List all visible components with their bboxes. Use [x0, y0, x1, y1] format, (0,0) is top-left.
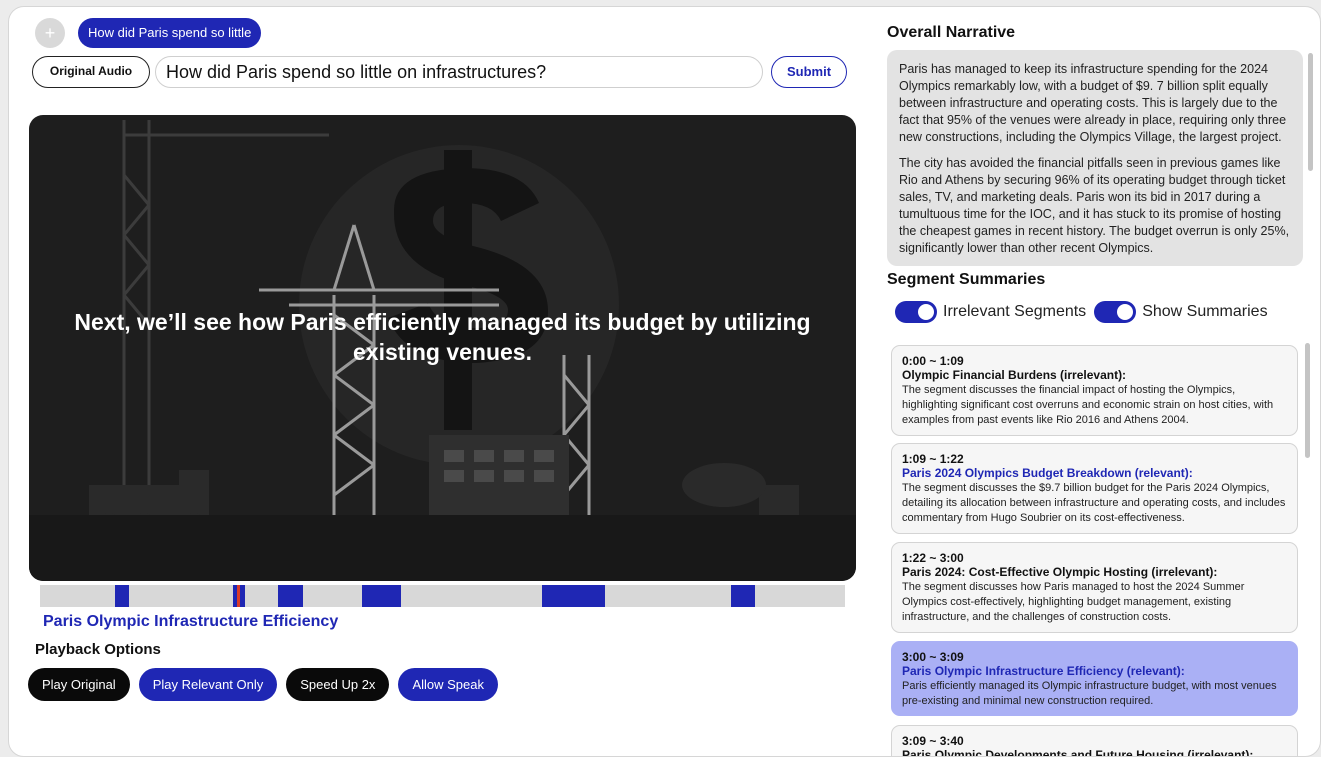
segment-description: The segment discusses the $9.7 billion b… [902, 482, 1286, 524]
timeline-relevant-segment[interactable] [362, 585, 402, 607]
add-query-button[interactable]: + [35, 18, 65, 48]
segment-card-active[interactable]: 3:00 ~ 3:09 Paris Olympic Infrastructure… [891, 641, 1298, 716]
segment-card[interactable]: 1:22 ~ 3:00 Paris 2024: Cost-Effective O… [891, 542, 1298, 633]
show-summaries-toggle[interactable] [1094, 301, 1137, 323]
segment-description: The segment discusses the financial impa… [902, 384, 1274, 426]
segment-time: 3:00 ~ 3:09 [902, 650, 964, 664]
toggle-knob [918, 304, 934, 320]
segment-time: 3:09 ~ 3:40 [902, 734, 964, 748]
timeline-relevant-segment[interactable] [541, 585, 606, 607]
show-summaries-label: Show Summaries [1142, 303, 1268, 320]
segment-card-title: Paris 2024: Cost-Effective Olympic Hosti… [902, 565, 1218, 579]
segment-list-scrollbar[interactable] [1305, 343, 1310, 458]
query-input[interactable] [155, 56, 763, 88]
play-relevant-only-button[interactable]: Play Relevant Only [138, 668, 278, 701]
timeline-relevant-segment[interactable] [114, 585, 129, 607]
segment-time: 1:09 ~ 1:22 [902, 452, 964, 466]
play-original-button[interactable]: Play Original [28, 668, 130, 701]
segment-card-title: Paris Olympic Developments and Future Ho… [902, 748, 1254, 757]
segment-card-title: Olympic Financial Burdens (irrelevant): [902, 368, 1127, 382]
playback-options-heading: Playback Options [35, 641, 161, 658]
segment-card[interactable]: 1:09 ~ 1:22 Paris 2024 Olympics Budget B… [891, 443, 1298, 534]
segment-description: Paris efficiently managed its Olympic in… [902, 680, 1277, 707]
submit-button[interactable]: Submit [771, 56, 847, 88]
timeline-relevant-segment[interactable] [731, 585, 755, 607]
segment-time: 0:00 ~ 1:09 [902, 354, 964, 368]
playback-options: Play Original Play Relevant Only Speed U… [28, 668, 498, 701]
plus-icon: + [44, 23, 56, 43]
segment-time: 1:22 ~ 3:00 [902, 551, 964, 565]
query-history-chip[interactable]: How did Paris spend so little [78, 18, 262, 48]
overall-narrative-heading: Overall Narrative [887, 24, 1016, 41]
segment-summaries-heading: Segment Summaries [887, 271, 1046, 288]
original-audio-button[interactable]: Original Audio [32, 56, 150, 88]
video-caption: Next, we’ll see how Paris efficiently ma… [74, 309, 811, 365]
allow-speak-button[interactable]: Allow Speak [398, 668, 498, 701]
segment-list: 0:00 ~ 1:09 Olympic Financial Burdens (i… [891, 345, 1298, 757]
overall-narrative-panel[interactable]: Paris has managed to keep its infrastruc… [887, 50, 1303, 266]
toggle-knob [1117, 304, 1134, 320]
relevance-timeline[interactable] [40, 585, 845, 607]
segment-card-title: Paris 2024 Olympics Budget Breakdown (re… [902, 466, 1193, 480]
app-window: + How did Paris spend so little Original… [8, 6, 1321, 757]
irrelevant-segments-label: Irrelevant Segments [943, 303, 1087, 320]
segment-card[interactable]: 0:00 ~ 1:09 Olympic Financial Burdens (i… [891, 345, 1298, 436]
segment-toggles: Irrelevant Segments Show Summaries [895, 301, 1276, 323]
video-player[interactable]: Next, we’ll see how Paris efficiently ma… [29, 115, 856, 581]
timeline-relevant-segment[interactable] [278, 585, 304, 607]
segment-card-title: Paris Olympic Infrastructure Efficiency … [902, 664, 1185, 678]
segment-card[interactable]: 3:09 ~ 3:40 Paris Olympic Developments a… [891, 725, 1298, 757]
speed-up-button[interactable]: Speed Up 2x [286, 668, 390, 701]
narrative-scrollbar[interactable] [1308, 53, 1313, 171]
timeline-playhead[interactable] [237, 585, 241, 607]
current-segment-title: Paris Olympic Infrastructure Efficiency [43, 613, 339, 630]
narrative-paragraph: The city has avoided the financial pitfa… [899, 156, 1290, 255]
narrative-paragraph: Paris has managed to keep its infrastruc… [899, 62, 1287, 144]
segment-description: The segment discusses how Paris managed … [902, 581, 1245, 623]
irrelevant-segments-toggle[interactable] [895, 301, 937, 323]
